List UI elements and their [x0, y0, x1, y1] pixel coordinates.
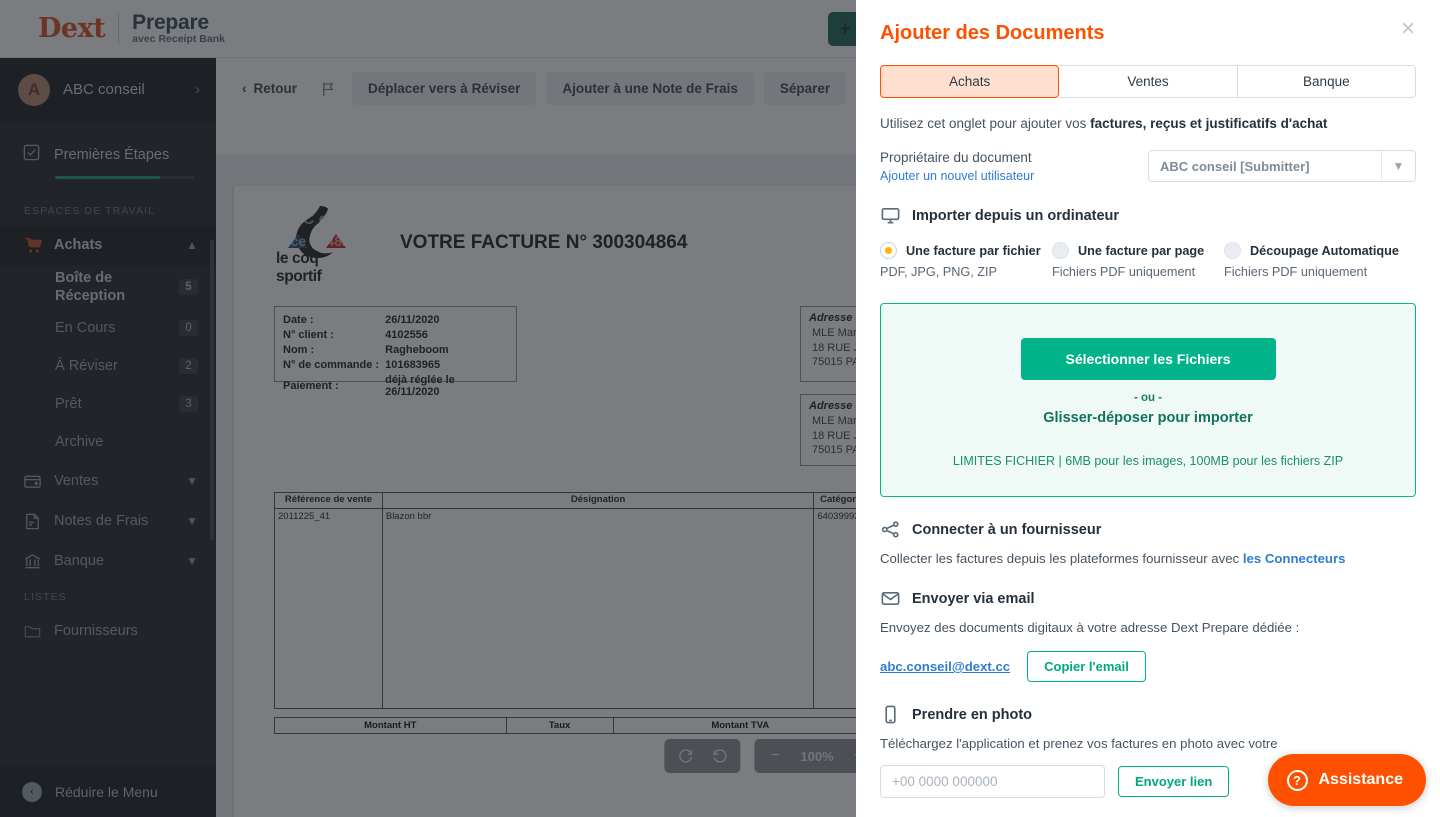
phone-input[interactable]: [880, 765, 1105, 798]
import-heading-label: Importer depuis un ordinateur: [912, 207, 1120, 224]
chevron-down-icon: ▼: [1381, 151, 1415, 181]
add-documents-modal: Ajouter des Documents ✕ Achats Ventes Ba…: [856, 0, 1440, 817]
import-option-auto-split[interactable]: Découpage Automatique Fichiers PDF uniqu…: [1224, 242, 1399, 279]
owner-select-value: ABC conseil [Submitter]: [1159, 158, 1310, 174]
phone-icon: [880, 704, 901, 725]
intro-bold: factures, reçus et justificatifs d'achat: [1090, 116, 1328, 131]
radio-sublabel: Fichiers PDF uniquement: [1052, 265, 1196, 279]
dropzone-drag-label: Glisser-déposer pour importer: [1043, 410, 1253, 426]
modal-title: Ajouter des Documents: [880, 22, 1105, 44]
import-section-heading: Importer depuis un ordinateur: [880, 205, 1416, 226]
select-files-button[interactable]: Sélectionner les Fichiers: [1020, 338, 1276, 380]
app-root: Dext Prepare avec Receipt Bank + Ajoute …: [0, 0, 1440, 817]
radio-icon[interactable]: [1224, 242, 1241, 259]
import-option-one-per-page[interactable]: Une facture par page Fichiers PDF unique…: [1052, 242, 1224, 279]
add-new-user-link[interactable]: Ajouter un nouvel utilisateur: [880, 169, 1034, 183]
send-link-button[interactable]: Envoyer lien: [1118, 766, 1230, 797]
modal-tabs: Achats Ventes Banque: [880, 65, 1416, 98]
question-circle-icon: ?: [1286, 769, 1308, 791]
tab-achats[interactable]: Achats: [880, 65, 1060, 98]
photo-section-heading: Prendre en photo: [880, 704, 1416, 725]
radio-label: Une facture par page: [1078, 243, 1205, 258]
radio-sublabel: Fichiers PDF uniquement: [1224, 265, 1368, 279]
import-option-one-per-file[interactable]: Une facture par fichier PDF, JPG, PNG, Z…: [880, 242, 1052, 279]
email-section-heading: Envoyer via email: [880, 588, 1416, 609]
connector-section-heading: Connecter à un fournisseur: [880, 519, 1416, 540]
file-dropzone[interactable]: Sélectionner les Fichiers - ou - Glisser…: [880, 303, 1416, 497]
assistance-label: Assistance: [1318, 771, 1404, 788]
intro-prefix: Utilisez cet onglet pour ajouter vos: [880, 116, 1091, 131]
connector-heading-label: Connecter à un fournisseur: [912, 521, 1102, 538]
modal-intro: Utilisez cet onglet pour ajouter vos fac…: [880, 116, 1416, 131]
connector-description: Collecter les factures depuis les platef…: [880, 551, 1416, 566]
monitor-icon: [880, 205, 901, 226]
connector-icon: [880, 519, 901, 540]
owner-left: Propriétaire du document Ajouter un nouv…: [880, 150, 1148, 183]
radio-icon[interactable]: [880, 242, 897, 259]
owner-label: Propriétaire du document: [880, 150, 1032, 165]
document-owner-row: Propriétaire du document Ajouter un nouv…: [880, 150, 1416, 183]
email-address-row: abc.conseil@dext.cc Copier l'email: [880, 651, 1416, 682]
photo-description: Téléchargez l'application et prenez vos …: [880, 736, 1278, 751]
assistance-widget-button[interactable]: ? Assistance: [1267, 754, 1426, 806]
radio-label: Une facture par fichier: [906, 243, 1041, 258]
connectors-link[interactable]: les Connecteurs: [1243, 551, 1346, 566]
tab-ventes[interactable]: Ventes: [1059, 65, 1238, 98]
dropzone-or-label: - ou -: [1133, 392, 1163, 404]
radio-sublabel: PDF, JPG, PNG, ZIP: [880, 265, 998, 279]
owner-select[interactable]: ABC conseil [Submitter] ▼: [1147, 150, 1416, 182]
close-icon[interactable]: ✕: [1400, 20, 1416, 39]
photo-heading-label: Prendre en photo: [912, 706, 1033, 723]
tab-banque[interactable]: Banque: [1237, 65, 1416, 98]
copy-email-button[interactable]: Copier l'email: [1027, 651, 1146, 682]
radio-label: Découpage Automatique: [1250, 243, 1399, 258]
email-heading-label: Envoyer via email: [912, 590, 1035, 607]
dedicated-email-link[interactable]: abc.conseil@dext.cc: [880, 659, 1010, 674]
radio-icon[interactable]: [1052, 242, 1069, 259]
envelope-icon: [880, 588, 901, 609]
connector-text: Collecter les factures depuis les platef…: [880, 551, 1240, 566]
dropzone-limits-label: LIMITES FICHIER | 6MB pour les images, 1…: [952, 454, 1344, 468]
email-description: Envoyez des documents digitaux à votre a…: [880, 620, 1300, 635]
import-mode-options: Une facture par fichier PDF, JPG, PNG, Z…: [880, 242, 1416, 279]
